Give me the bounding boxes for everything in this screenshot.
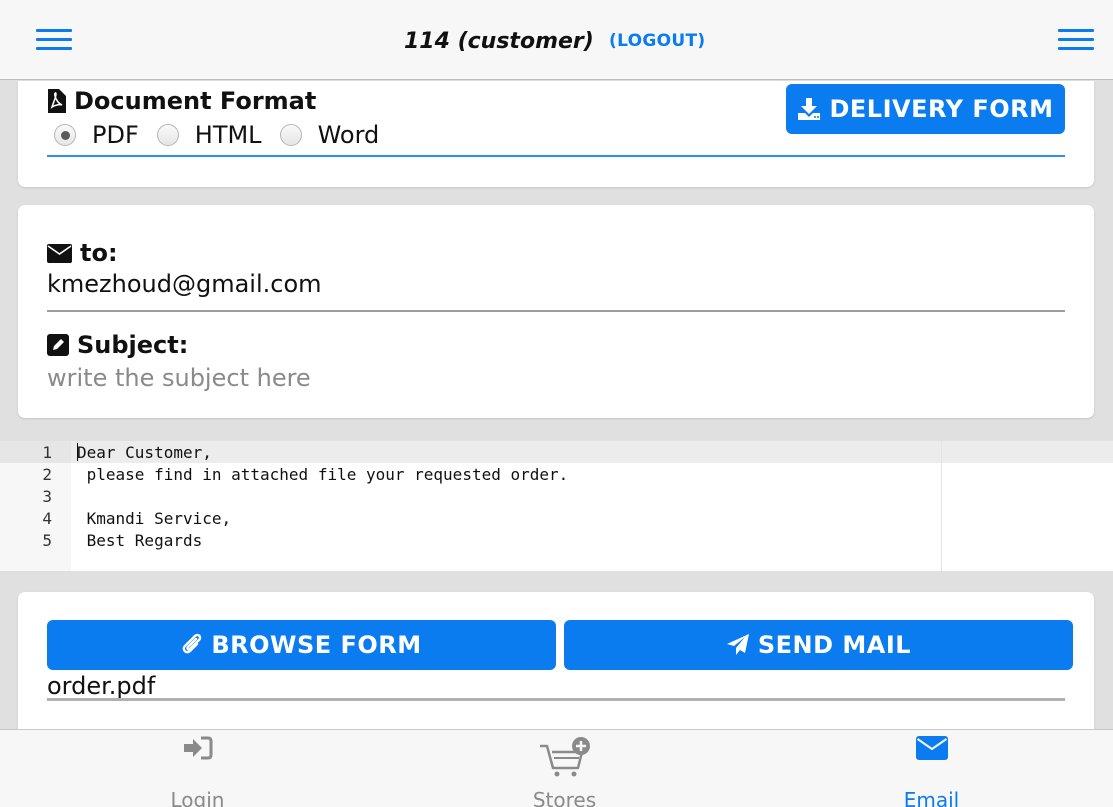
radio-word-label: Word	[317, 121, 380, 149]
delivery-form-button[interactable]: DELIVERY FORM	[786, 84, 1065, 134]
mail-card: to: kmezhoud@gmail.com Subject:	[18, 205, 1094, 418]
paperclip-icon	[182, 633, 202, 654]
file-pdf-icon	[48, 89, 66, 113]
line-number: 1	[42, 443, 52, 462]
nav-email-label: Email	[903, 788, 960, 807]
line-number: 3	[42, 487, 52, 506]
print-margin	[941, 441, 942, 571]
nav-login-label: Login	[170, 788, 225, 807]
file-underline	[47, 698, 1065, 701]
envelope-icon	[915, 736, 948, 760]
nav-stores-label: Stores	[532, 788, 597, 807]
code-line[interactable]: Kmandi Service,	[77, 509, 232, 528]
bottom-nav: Login Stores Email	[0, 729, 1113, 807]
to-field-underline	[47, 310, 1065, 312]
format-underline	[47, 155, 1065, 157]
subject-label: Subject:	[77, 331, 189, 359]
nav-email[interactable]: Email	[746, 730, 1113, 807]
nav-stores[interactable]: Stores	[379, 730, 750, 807]
delivery-form-label: DELIVERY FORM	[829, 95, 1054, 123]
document-format-label: Document Format	[74, 87, 317, 115]
line-number: 4	[42, 509, 52, 528]
nav-login[interactable]: Login	[12, 730, 383, 807]
to-label: to:	[80, 239, 118, 267]
line-number: 5	[42, 531, 52, 550]
envelope-icon	[47, 243, 72, 263]
document-format-heading: Document Format	[47, 87, 316, 115]
radio-pdf-label: PDF	[92, 121, 139, 149]
edit-icon	[47, 334, 69, 356]
subject-input[interactable]	[47, 362, 1065, 394]
paper-plane-icon	[726, 634, 749, 655]
logout-link[interactable]: (LOGOUT)	[609, 31, 705, 51]
radio-word[interactable]: Word	[279, 121, 380, 149]
browse-form-button[interactable]: BROWSE FORM	[47, 620, 556, 670]
cart-plus-icon	[539, 737, 590, 777]
hamburger-menu-icon[interactable]	[36, 28, 72, 52]
download-icon	[798, 98, 821, 120]
radio-html[interactable]: HTML	[156, 121, 262, 149]
subject-heading: Subject:	[47, 331, 188, 359]
code-line[interactable]: please find in attached file your reques…	[77, 465, 569, 484]
line-number: 2	[42, 465, 52, 484]
document-format-card: Document Format PDF HTML Word DELIVERY F…	[18, 81, 1094, 187]
code-line[interactable]: Dear Customer,	[77, 443, 212, 462]
format-radio-group: PDF HTML Word	[54, 121, 397, 149]
top-bar: 114 (customer) (LOGOUT)	[0, 0, 1113, 80]
to-heading: to:	[47, 239, 118, 267]
hamburger-menu-right-icon[interactable]	[1058, 28, 1094, 52]
radio-pdf[interactable]: PDF	[54, 121, 139, 149]
radio-html-dot[interactable]	[156, 124, 179, 146]
text-cursor	[77, 443, 78, 461]
send-mail-button[interactable]: SEND MAIL	[564, 620, 1073, 670]
radio-word-dot[interactable]	[279, 124, 302, 146]
attachment-card: BROWSE FORM SEND MAIL order.pdf	[18, 592, 1094, 742]
code-line[interactable]: Best Regards	[77, 531, 203, 550]
radio-pdf-dot[interactable]	[54, 124, 76, 146]
user-title: 114 (customer)	[404, 29, 594, 54]
message-editor[interactable]: 1 2 3 4 5 Dear Customer, please find in …	[0, 441, 1113, 571]
sign-in-icon	[183, 736, 212, 760]
radio-html-label: HTML	[194, 121, 262, 149]
browse-form-label: BROWSE FORM	[211, 631, 422, 659]
send-mail-label: SEND MAIL	[757, 631, 912, 659]
attached-file-name: order.pdf	[47, 672, 156, 700]
to-email-value[interactable]: kmezhoud@gmail.com	[47, 270, 322, 298]
